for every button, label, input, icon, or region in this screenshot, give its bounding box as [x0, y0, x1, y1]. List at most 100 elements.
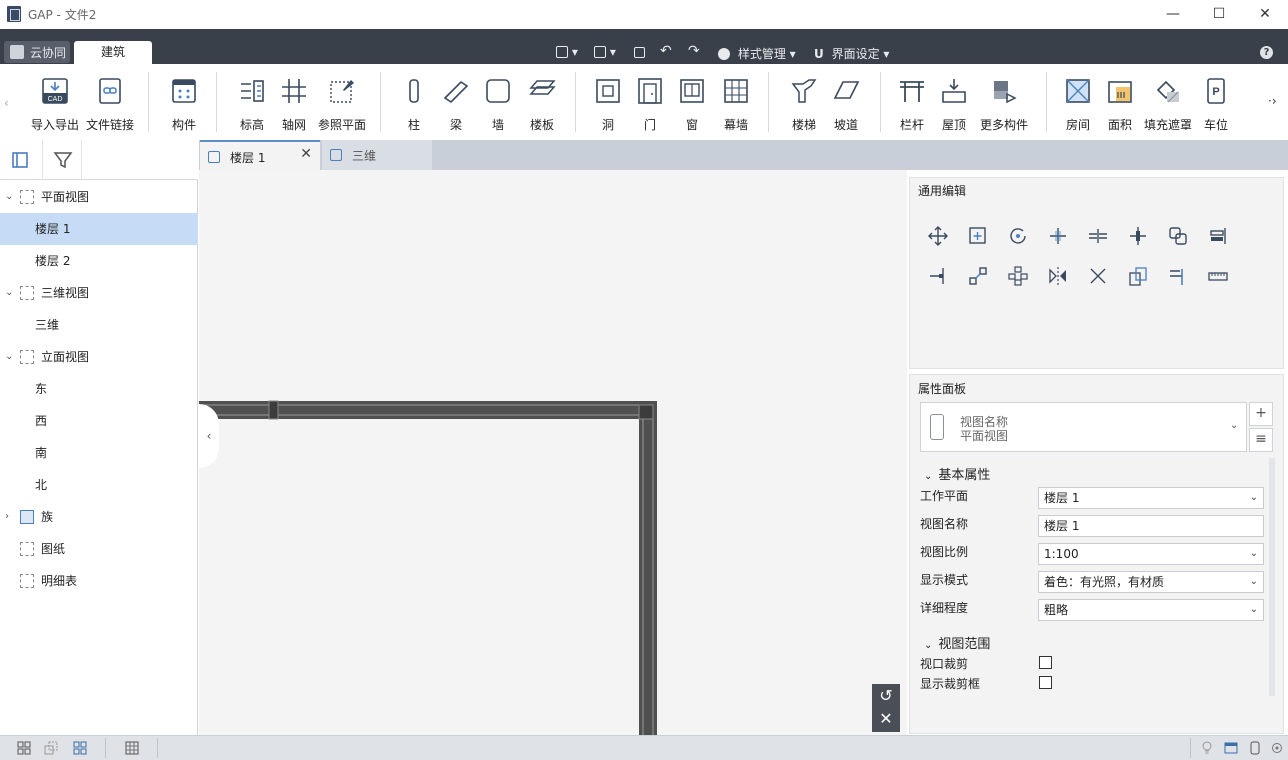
tab-cloud-collab[interactable]: 云协同: [4, 41, 70, 63]
measure-icon[interactable]: [1207, 265, 1229, 287]
building-icon[interactable]: ▾: [594, 45, 616, 59]
drawing-canvas[interactable]: [199, 170, 907, 735]
lightbulb-icon[interactable]: [1200, 741, 1214, 755]
mirror-icon[interactable]: [1047, 265, 1069, 287]
tile-view-icon[interactable]: [17, 741, 31, 755]
tab-3d[interactable]: 三维: [322, 140, 432, 170]
array-icon[interactable]: [1007, 265, 1029, 287]
tree-family[interactable]: › 族: [0, 501, 198, 533]
tree-north[interactable]: 北: [0, 469, 198, 501]
import-export-button[interactable]: CAD 导入导出: [30, 74, 80, 134]
detail-level-select[interactable]: 粗略 ⌄: [1038, 599, 1264, 621]
chevron-down-icon[interactable]: ⌄: [5, 277, 13, 309]
cascade-view-icon[interactable]: [44, 741, 58, 755]
close-icon[interactable]: ✕: [872, 708, 900, 732]
slab-button[interactable]: 楼板: [522, 74, 562, 134]
add-type-button[interactable]: +: [1249, 402, 1273, 426]
cylinder-icon[interactable]: [1248, 741, 1262, 755]
settings-icon[interactable]: [1270, 741, 1284, 755]
layout-view-icon[interactable]: [73, 741, 87, 755]
tree-floor-1[interactable]: 楼层 1: [0, 213, 198, 245]
view-name-field[interactable]: 楼层 1: [1038, 515, 1264, 537]
tab-floor-1[interactable]: 楼层 1 ✕: [200, 140, 320, 170]
workset-icon[interactable]: [1224, 741, 1238, 755]
close-button[interactable]: ✕: [1242, 0, 1288, 29]
chevron-right-icon[interactable]: ›: [5, 501, 9, 533]
tree-south[interactable]: 南: [0, 437, 198, 469]
show-crop-checkbox[interactable]: [1039, 676, 1052, 689]
offset-icon[interactable]: [927, 265, 949, 287]
roof-button[interactable]: 屋顶: [936, 74, 972, 134]
copy-icon[interactable]: [967, 225, 989, 247]
stair-button[interactable]: 楼梯: [784, 74, 824, 134]
grid-button[interactable]: 轴网: [274, 74, 314, 134]
extend-icon[interactable]: [1127, 225, 1149, 247]
move-icon[interactable]: [927, 225, 949, 247]
reset-view-icon[interactable]: ↺: [872, 684, 900, 708]
panel-toggle-button[interactable]: [0, 140, 40, 180]
beam-button[interactable]: 梁: [438, 74, 474, 134]
more-components-button[interactable]: 更多构件: [978, 74, 1030, 134]
tree-3d[interactable]: 三维: [0, 309, 198, 341]
door-button[interactable]: 门: [632, 74, 668, 134]
file-link-button[interactable]: 文件链接: [86, 74, 134, 134]
style-manage-button[interactable]: 样式管理 ▾: [718, 45, 796, 62]
viewport-crop-checkbox[interactable]: [1039, 656, 1052, 669]
work-plane-select[interactable]: 楼层 1 ⌄: [1038, 487, 1264, 509]
chevron-down-icon[interactable]: ⌄: [5, 341, 13, 373]
split-icon[interactable]: [1087, 225, 1109, 247]
maximize-button[interactable]: ☐: [1196, 0, 1242, 29]
column-button[interactable]: 柱: [396, 74, 432, 134]
filter-button[interactable]: [42, 140, 82, 180]
properties-scrollbar[interactable]: [1269, 458, 1275, 696]
view-range-section[interactable]: ⌄ 视图范围: [924, 633, 990, 652]
undo-icon[interactable]: ↶: [660, 43, 672, 59]
tree-west[interactable]: 西: [0, 405, 198, 437]
help-icon[interactable]: ?: [1260, 46, 1273, 59]
display-mode-select[interactable]: 着色：有光照，有材质 ⌄: [1038, 571, 1264, 593]
wall-button[interactable]: 墙: [480, 74, 516, 134]
align-icon[interactable]: [1207, 225, 1229, 247]
ref-plane-button[interactable]: 参照平面: [318, 74, 366, 134]
minimize-button[interactable]: —: [1150, 0, 1196, 29]
chevron-down-icon[interactable]: ⌄: [1230, 420, 1238, 431]
level-button[interactable]: 标高: [232, 74, 272, 134]
curtain-wall-button[interactable]: 幕墙: [716, 74, 756, 134]
close-icon[interactable]: ✕: [300, 146, 312, 162]
ribbon-scroll-left-icon[interactable]: ‹: [4, 96, 9, 110]
tree-3d-views[interactable]: ⌄ 三维视图: [0, 277, 198, 309]
type-settings-button[interactable]: ≡: [1249, 428, 1273, 452]
tree-east[interactable]: 东: [0, 373, 198, 405]
window-button[interactable]: 窗: [674, 74, 710, 134]
collapse-panel-handle[interactable]: ‹: [199, 404, 219, 468]
pin-icon[interactable]: [1167, 265, 1189, 287]
new-file-icon[interactable]: ▾: [556, 45, 578, 59]
tree-schedules[interactable]: 明细表: [0, 565, 198, 597]
save-icon[interactable]: [634, 45, 645, 59]
scale-icon[interactable]: [967, 265, 989, 287]
basic-properties-section[interactable]: ⌄ 基本属性: [924, 464, 990, 483]
tree-sheets[interactable]: 图纸: [0, 533, 198, 565]
trim-icon[interactable]: [1047, 225, 1069, 247]
fill-mask-button[interactable]: 填充遮罩: [1144, 74, 1192, 134]
room-button[interactable]: 房间: [1060, 74, 1096, 134]
tree-floor-2[interactable]: 楼层 2: [0, 245, 198, 277]
delete-icon[interactable]: [1087, 265, 1109, 287]
array-copy-icon[interactable]: [1167, 225, 1189, 247]
tree-elevation-views[interactable]: ⌄ 立面视图: [0, 341, 198, 373]
ribbon-scroll-right-icon[interactable]: ·›: [1268, 94, 1277, 108]
rotate-icon[interactable]: [1007, 225, 1029, 247]
table-icon[interactable]: [125, 741, 139, 755]
opening-button[interactable]: 洞: [590, 74, 626, 134]
group-icon[interactable]: [1127, 265, 1149, 287]
view-scale-select[interactable]: 1:100 ⌄: [1038, 543, 1264, 565]
component-button[interactable]: 构件: [164, 74, 204, 134]
ramp-button[interactable]: 坡道: [826, 74, 866, 134]
tree-plan-views[interactable]: ⌄ 平面视图: [0, 181, 198, 213]
area-button[interactable]: 面积: [1102, 74, 1138, 134]
redo-icon[interactable]: ↷: [688, 43, 700, 59]
tab-architecture[interactable]: 建筑: [74, 41, 152, 65]
parking-button[interactable]: P 车位: [1198, 74, 1234, 134]
chevron-down-icon[interactable]: ⌄: [5, 181, 13, 213]
ui-settings-button[interactable]: U 界面设定 ▾: [814, 45, 889, 62]
